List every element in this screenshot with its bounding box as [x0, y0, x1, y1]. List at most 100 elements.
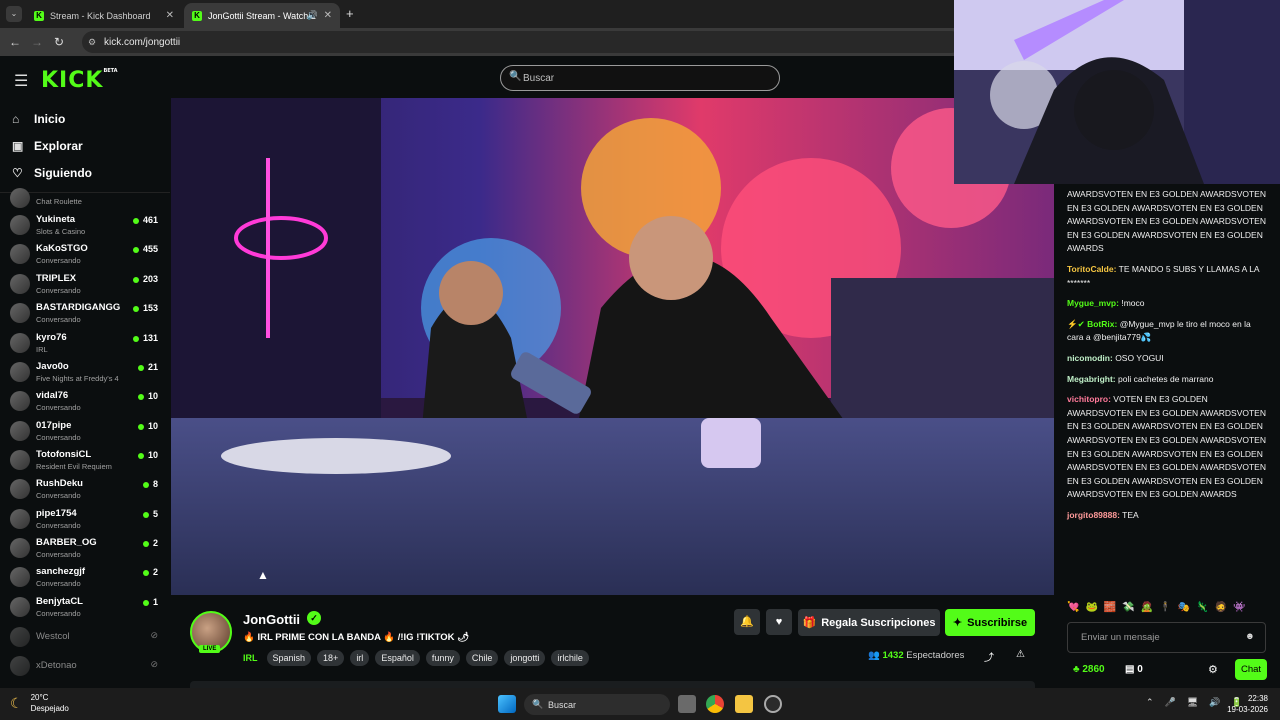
chat-message-input[interactable]: Enviar un mensaje ☻	[1067, 622, 1266, 653]
tag[interactable]: Spanish	[266, 650, 312, 666]
chat-username[interactable]: Mygue_mvp:	[1067, 298, 1119, 308]
chat-username[interactable]: Megabright:	[1067, 374, 1116, 384]
windows-start-icon[interactable]	[498, 695, 516, 713]
webcam-frame	[954, 0, 1280, 184]
forward-icon[interactable]: →	[26, 35, 48, 49]
followed-channel[interactable]: BASTARDIGANGG Conversando 153	[10, 300, 160, 328]
tag[interactable]: irlchile	[551, 650, 589, 666]
chat-username[interactable]: vichitopro:	[1067, 394, 1111, 404]
chat-username[interactable]: jorgito89888:	[1067, 510, 1120, 520]
chrome-icon[interactable]	[706, 695, 724, 713]
tag[interactable]: funny	[425, 650, 460, 666]
sidebar-item-inicio[interactable]: ⌂ Inicio	[12, 112, 65, 126]
viewers-icon: 👥	[868, 650, 880, 661]
sidebar-item-label: Explorar	[34, 139, 83, 153]
report-icon[interactable]: ⚠	[1016, 649, 1025, 660]
followed-channel[interactable]: TotofonsiCL Resident Evil Requiem 10	[10, 447, 160, 475]
followed-channel[interactable]: RushDeku Conversando 8	[10, 476, 160, 504]
chat-username[interactable]: BotRix:	[1087, 319, 1117, 329]
subscribe-button[interactable]: ✦ Suscribirse	[945, 609, 1035, 636]
emote-icon[interactable]: 👾	[1233, 602, 1245, 613]
chat-username[interactable]: ToritoCalde:	[1067, 264, 1116, 274]
emote-icon[interactable]: 🦎	[1196, 602, 1208, 613]
search-input[interactable]: 🔍 Buscar	[500, 65, 780, 91]
notification-bell-button[interactable]: 🔔	[734, 609, 760, 635]
kick-logo[interactable]: KICKBETA	[41, 68, 118, 93]
back-icon[interactable]: ←	[4, 35, 26, 49]
followed-channel[interactable]: pipe1754 Conversando 5	[10, 506, 160, 534]
clock[interactable]: 22:38 19-03-2026	[1227, 693, 1268, 715]
followed-channel[interactable]: KaKoSTGO Conversando 455	[10, 241, 160, 269]
sidebar-item-siguiendo[interactable]: ♡ Siguiendo	[12, 166, 92, 180]
followed-channel[interactable]: 017pipe Conversando 10	[10, 418, 160, 446]
emote-icon[interactable]: 💸	[1122, 602, 1134, 613]
chest-counter[interactable]: ▤ 0	[1125, 664, 1143, 675]
sidebar-item-explorar[interactable]: ▣ Explorar	[12, 139, 83, 153]
tag[interactable]: Chile	[465, 650, 499, 666]
emote-icon[interactable]: 🧔	[1215, 602, 1227, 613]
channel-name: TotofonsiCL	[36, 449, 92, 460]
sparkle-icon: ✦	[952, 617, 963, 629]
follow-heart-button[interactable]: ♥	[766, 609, 792, 635]
followed-channel[interactable]: Yukineta Slots & Casino 461	[10, 212, 160, 240]
chat-send-button[interactable]: Chat	[1235, 659, 1267, 680]
followed-channel[interactable]: BARBER_OG Conversando 2	[10, 535, 160, 563]
followed-channel-offline[interactable]: Westcol ⊘	[10, 624, 160, 652]
video-player[interactable]: ▲	[171, 98, 1054, 595]
avatar	[10, 479, 30, 499]
message-text: VOTEN EN E3 GOLDEN AWARDSVOTEN EN E3 GOL…	[1067, 394, 1266, 500]
home-icon: ⌂	[12, 112, 20, 126]
chat-username[interactable]: nicomodin:	[1067, 353, 1113, 363]
new-tab-button[interactable]: +	[346, 6, 354, 21]
share-icon[interactable]: ⤴	[984, 649, 994, 664]
followed-channel[interactable]: Javo0o Five Nights at Freddy's 4 21	[10, 359, 160, 387]
chat-panel: AWARDSVOTEN EN E3 GOLDEN AWARDSVOTEN EN …	[1055, 184, 1280, 688]
task-view-icon[interactable]	[678, 695, 696, 713]
viewer-count: 153	[133, 303, 158, 313]
speaker-icon[interactable]: 🔊	[307, 10, 318, 21]
chat-settings-icon[interactable]: ⚙	[1208, 663, 1218, 676]
chat-messages[interactable]: AWARDSVOTEN EN E3 GOLDEN AWARDSVOTEN EN …	[1067, 188, 1267, 529]
followed-channel-offline[interactable]: xDetonao ⊘	[10, 653, 160, 681]
emote-icon[interactable]: 🐸	[1085, 602, 1097, 613]
file-explorer-icon[interactable]	[735, 695, 753, 713]
viewer-count: 10	[138, 450, 158, 460]
channel-points[interactable]: ♣ 2860	[1073, 664, 1105, 675]
emote-icon[interactable]: 🧱	[1104, 602, 1116, 613]
tab-jongottii-stream[interactable]: K JonGottii Stream - Watch L 🔊 ✕	[184, 3, 340, 28]
viewer-count: 21	[138, 362, 158, 372]
followed-channel[interactable]: kyro76 IRL 131	[10, 330, 160, 358]
followed-channel[interactable]: TRIPLEX Conversando 203	[10, 271, 160, 299]
tag[interactable]: irl	[350, 650, 370, 666]
followed-channel[interactable]: sanchezgjf Conversando 2	[10, 564, 160, 592]
message-text: TEA	[1122, 509, 1139, 520]
tag[interactable]: Español	[375, 650, 420, 666]
stream-video-frame	[171, 98, 1054, 595]
tag[interactable]: jongotti	[504, 650, 546, 666]
menu-icon[interactable]: ☰	[14, 71, 28, 91]
emoji-icon[interactable]: ☻	[1245, 631, 1255, 642]
streamer-name[interactable]: JonGottii	[243, 612, 300, 627]
tab-list-icon[interactable]: ⌄	[6, 6, 22, 22]
emote-icon[interactable]: 💘	[1067, 602, 1079, 613]
verified-badge-icon: ✔	[1077, 318, 1085, 329]
emote-icon[interactable]: 🕴	[1159, 602, 1171, 613]
tab-kick-dashboard[interactable]: K Stream - Kick Dashboard ✕	[26, 3, 182, 28]
followed-channel[interactable]: vidal76 Conversando 10	[10, 388, 160, 416]
taskbar-search[interactable]: 🔍 Buscar	[524, 694, 670, 715]
stream-category[interactable]: IRL	[243, 653, 258, 663]
reload-icon[interactable]: ↻	[48, 35, 70, 49]
close-icon[interactable]: ✕	[166, 10, 174, 21]
gift-subscriptions-button[interactable]: 🎁 Regala Suscripciones	[798, 609, 940, 636]
obs-icon[interactable]	[764, 695, 782, 713]
weather-widget[interactable]: ☾ 20°C Despejado	[10, 692, 69, 714]
emote-icon[interactable]: 🧟	[1141, 602, 1153, 613]
close-icon[interactable]: ✕	[324, 10, 332, 21]
beta-badge: BETA	[103, 68, 118, 74]
site-info-icon[interactable]: ⚙	[88, 37, 96, 48]
channel-name: vidal76	[36, 390, 69, 401]
url-field[interactable]: ⚙ kick.com/jongottii	[82, 31, 962, 53]
followed-channel[interactable]: BenjytaCL Conversando 1	[10, 594, 160, 622]
tag[interactable]: 18+	[317, 650, 345, 666]
emote-icon[interactable]: 🎭	[1178, 602, 1190, 613]
